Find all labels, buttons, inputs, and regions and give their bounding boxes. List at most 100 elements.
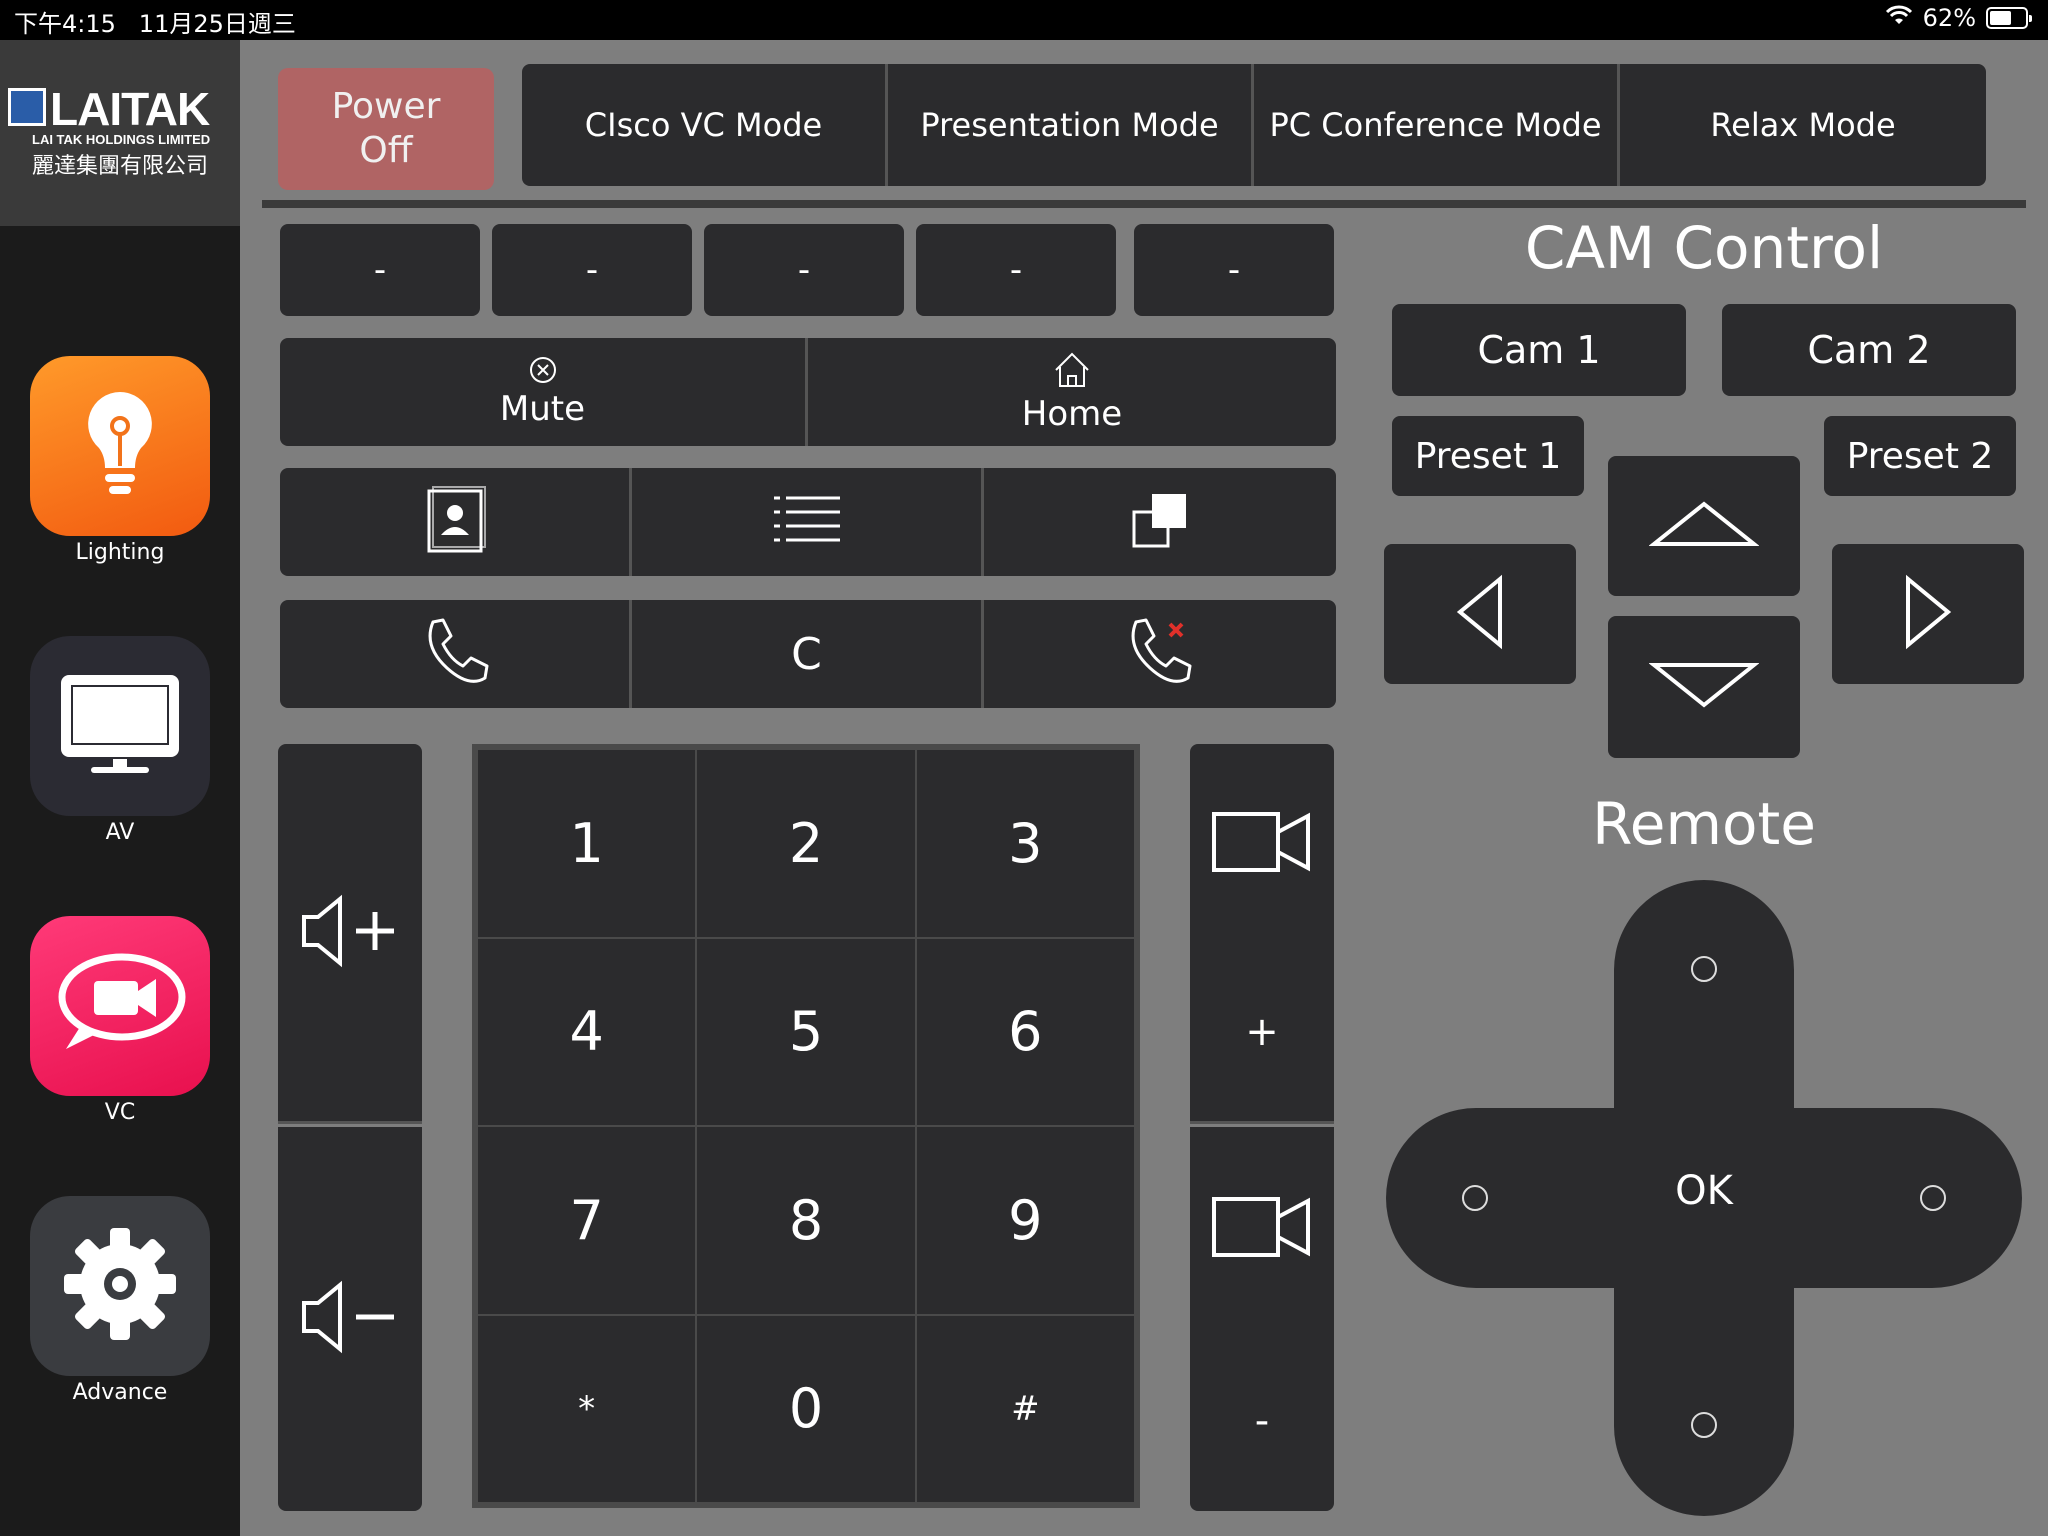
video-camera-icon — [1210, 1195, 1314, 1263]
mode-cisco-vc-label: CIsco VC Mode — [584, 106, 823, 144]
mute-icon — [528, 355, 558, 389]
camera-zoom-out-button[interactable]: - — [1190, 1127, 1334, 1511]
logo-chinese-name: 麗達集團有限公司 — [32, 154, 209, 179]
mode-presentation-label: Presentation Mode — [920, 106, 1219, 144]
power-label-line2: Off — [359, 130, 413, 171]
mode-relax-button[interactable]: Relax Mode — [1620, 64, 1986, 186]
power-label-line1: Power — [331, 86, 441, 127]
logo-subtitle: LAI TAK HOLDINGS LIMITED — [32, 132, 211, 147]
volume-down-button[interactable] — [278, 1127, 422, 1511]
zoom-out-label: - — [1254, 1397, 1270, 1444]
preset-dash-button-3[interactable]: - — [704, 224, 904, 316]
preset-dash-button-2[interactable]: - — [492, 224, 692, 316]
gear-icon — [60, 1224, 180, 1348]
keypad-key-7[interactable]: 7 — [478, 1127, 696, 1314]
mode-relax-label: Relax Mode — [1710, 106, 1896, 144]
keypad-key-8[interactable]: 8 — [697, 1127, 915, 1314]
keypad-key-6[interactable]: 6 — [916, 938, 1134, 1125]
camera-zoom-in-button[interactable]: + — [1190, 744, 1334, 1124]
clear-label: C — [791, 628, 822, 680]
home-label: Home — [1021, 394, 1123, 434]
wifi-icon — [1885, 4, 1913, 32]
dash-label: - — [373, 250, 387, 290]
list-button[interactable] — [632, 468, 984, 576]
app-label-advance: Advance — [72, 1380, 168, 1405]
keypad-key-4[interactable]: 4 — [478, 938, 696, 1125]
preset-dash-button-5[interactable]: - — [1134, 224, 1334, 316]
remote-dpad: OK — [1386, 880, 2022, 1516]
cam-2-button[interactable]: Cam 2 — [1722, 304, 2016, 396]
remote-up-button[interactable] — [1691, 956, 1717, 982]
triangle-left-icon — [1455, 574, 1505, 654]
phone-hangup-icon — [1122, 616, 1198, 692]
list-icon — [772, 492, 842, 552]
app-lighting[interactable] — [30, 356, 210, 536]
cam-control-title: CAM Control — [1524, 214, 1884, 282]
call-button[interactable] — [280, 600, 632, 708]
status-time-date: 下午4:15 11月25日週三 — [14, 4, 296, 39]
app-label-av: AV — [105, 820, 135, 845]
keypad-key-0[interactable]: 0 — [697, 1315, 915, 1502]
volume-up-icon — [300, 891, 400, 975]
status-date: 11月25日週三 — [138, 10, 296, 38]
preset-dash-button-1[interactable]: - — [280, 224, 480, 316]
lightbulb-icon — [75, 384, 165, 508]
status-bar: 下午4:15 11月25日週三 62% — [0, 0, 2048, 40]
app-vc[interactable] — [30, 916, 210, 1096]
cam-tilt-up-button[interactable] — [1608, 456, 1800, 596]
power-off-button[interactable]: Power Off — [278, 68, 494, 190]
keypad-key-star[interactable]: * — [478, 1315, 696, 1502]
logo-wordmark: LAITAK — [50, 83, 210, 135]
home-button[interactable]: Home — [808, 338, 1336, 446]
mode-pc-conference-label: PC Conference Mode — [1269, 106, 1602, 144]
preset-2-button[interactable]: Preset 2 — [1824, 416, 2016, 496]
cam-pan-left-button[interactable] — [1384, 544, 1576, 684]
app-av[interactable] — [30, 636, 210, 816]
dash-label: - — [585, 250, 599, 290]
contacts-button[interactable] — [280, 468, 632, 576]
volume-up-button[interactable] — [278, 744, 422, 1124]
dial-keypad: 1 2 3 4 5 6 7 8 9 * 0 # — [472, 744, 1140, 1508]
keypad-key-hash[interactable]: # — [916, 1315, 1134, 1502]
mode-pc-conference-button[interactable]: PC Conference Mode — [1254, 64, 1620, 186]
company-logo: LAITAK LAI TAK HOLDINGS LIMITED 麗達集團有限公司 — [0, 40, 240, 226]
remote-down-button[interactable] — [1691, 1412, 1717, 1438]
dash-label: - — [1227, 250, 1241, 290]
cam-1-button[interactable]: Cam 1 — [1392, 304, 1686, 396]
header-divider — [262, 200, 2026, 208]
sidebar: LAITAK LAI TAK HOLDINGS LIMITED 麗達集團有限公司… — [0, 40, 240, 1536]
preset-1-button[interactable]: Preset 1 — [1392, 416, 1584, 496]
logo-mark-icon — [8, 88, 46, 126]
share-screen-button[interactable] — [984, 468, 1336, 576]
contacts-icon — [423, 485, 487, 559]
mode-presentation-button[interactable]: Presentation Mode — [888, 64, 1254, 186]
keypad-key-9[interactable]: 9 — [916, 1127, 1134, 1314]
hangup-button[interactable] — [984, 600, 1336, 708]
keypad-key-1[interactable]: 1 — [478, 750, 696, 937]
video-camera-icon — [1210, 810, 1314, 878]
preset-dash-button-4[interactable]: - — [916, 224, 1116, 316]
dash-label: - — [797, 250, 811, 290]
triangle-up-icon — [1648, 499, 1760, 553]
keypad-key-3[interactable]: 3 — [916, 750, 1134, 937]
zoom-in-label: + — [1245, 1009, 1279, 1056]
window-overlap-icon — [1130, 490, 1190, 554]
clear-button[interactable]: C — [632, 600, 984, 708]
cam-tilt-down-button[interactable] — [1608, 616, 1800, 758]
remote-left-button[interactable] — [1462, 1185, 1488, 1211]
mode-cisco-vc-button[interactable]: CIsco VC Mode — [522, 64, 888, 186]
status-time: 下午4:15 — [14, 10, 116, 38]
triangle-right-icon — [1903, 574, 1953, 654]
app-label-lighting: Lighting — [75, 540, 165, 565]
remote-ok-button[interactable]: OK — [1654, 1168, 1754, 1214]
mute-label: Mute — [499, 389, 586, 429]
app-label-vc: VC — [104, 1100, 136, 1125]
cam-pan-right-button[interactable] — [1832, 544, 2024, 684]
status-right: 62% — [1885, 4, 2032, 32]
keypad-key-2[interactable]: 2 — [697, 750, 915, 937]
remote-right-button[interactable] — [1920, 1185, 1946, 1211]
remote-title: Remote — [1592, 790, 1816, 858]
keypad-key-5[interactable]: 5 — [697, 938, 915, 1125]
mute-button[interactable]: Mute — [280, 338, 808, 446]
app-advance[interactable] — [30, 1196, 210, 1376]
